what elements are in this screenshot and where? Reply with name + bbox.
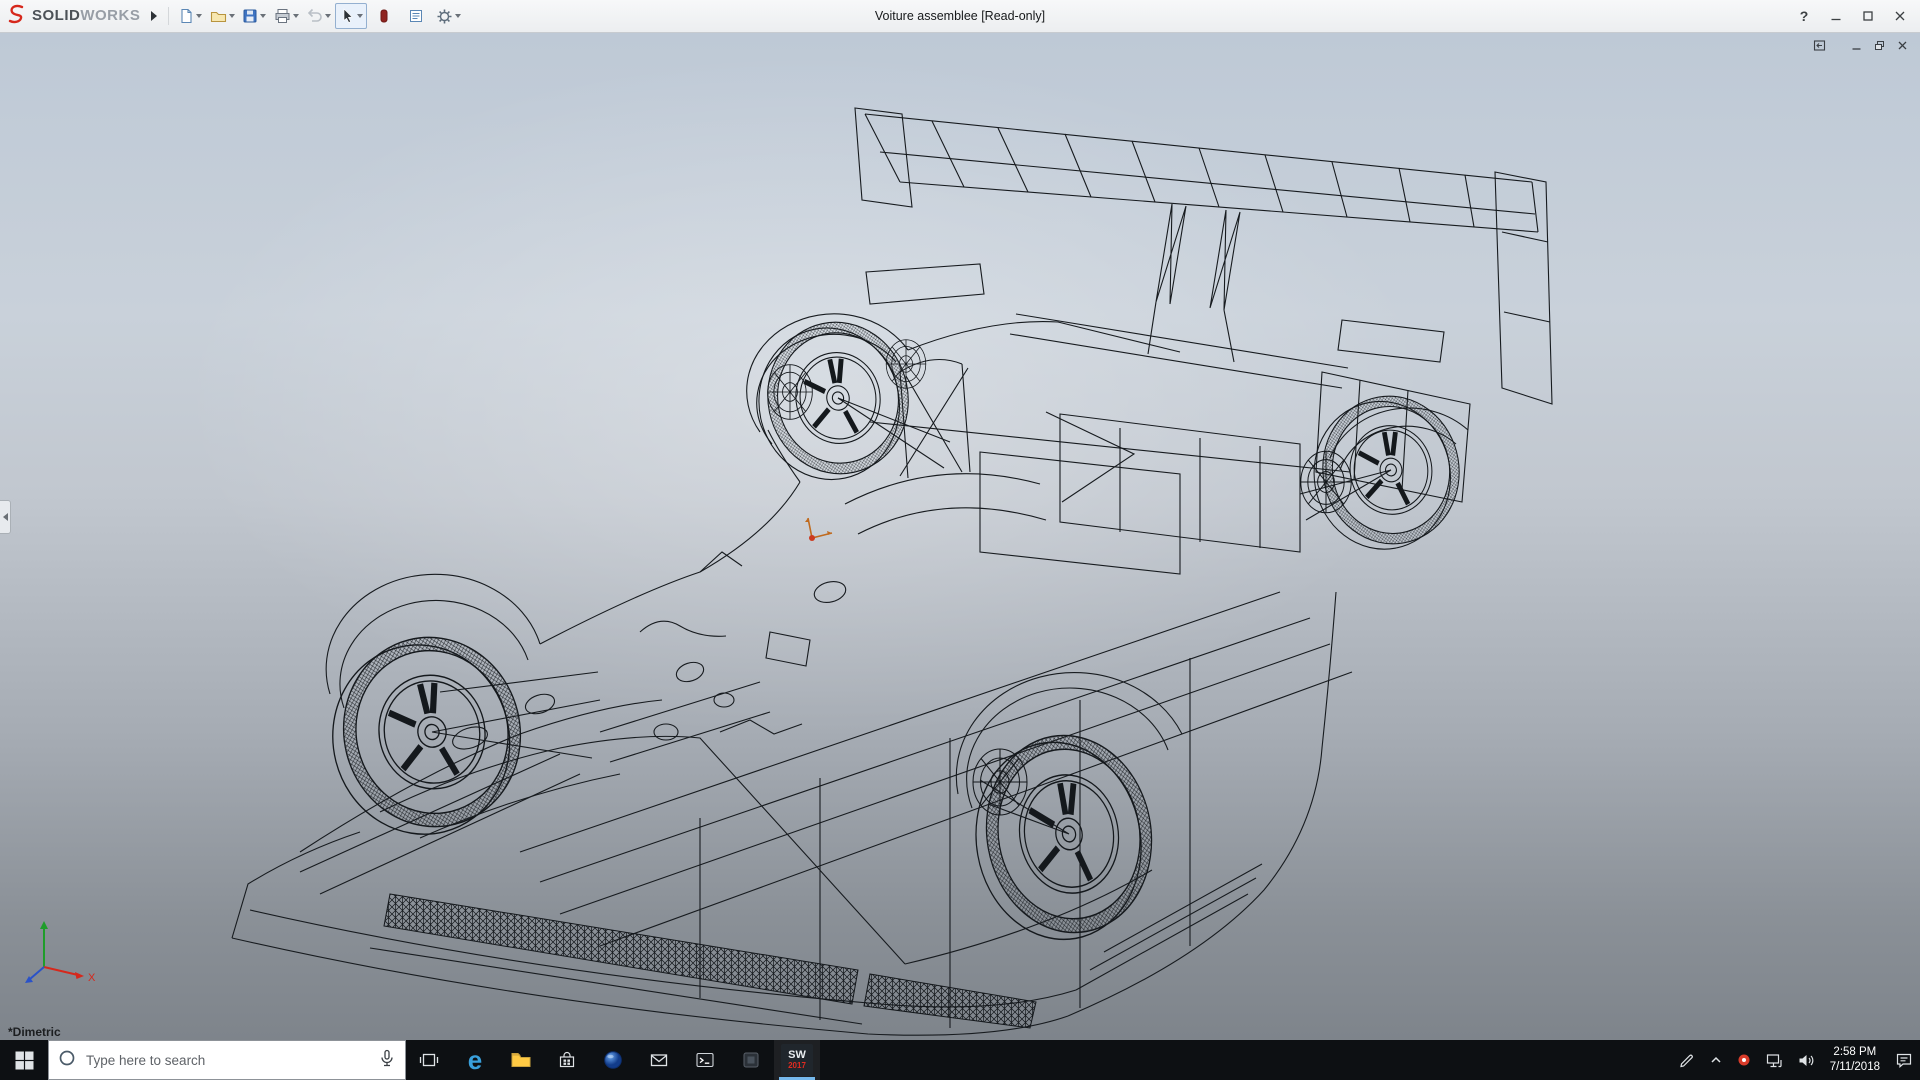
browser-sphere-button[interactable]	[590, 1040, 636, 1080]
brand-text-secondary: WORKS	[80, 7, 140, 24]
command-prompt-button[interactable]	[682, 1040, 728, 1080]
search-input[interactable]	[84, 1052, 370, 1069]
minimize-button[interactable]	[1822, 5, 1850, 27]
search-icon	[58, 1049, 76, 1072]
orientation-triad: X	[20, 915, 100, 994]
mail-button[interactable]	[636, 1040, 682, 1080]
chevron-up-icon	[1709, 1053, 1723, 1067]
network-button[interactable]	[1758, 1040, 1790, 1080]
solidworks-2017-button[interactable]: SW 2017	[774, 1040, 820, 1080]
toolbar-separator	[168, 7, 169, 25]
titlebar: SOLIDWORKS	[0, 0, 1920, 33]
clock-date: 7/11/2018	[1830, 1060, 1880, 1075]
print-button[interactable]	[271, 4, 301, 28]
clock-time: 2:58 PM	[1833, 1045, 1876, 1060]
print-icon	[274, 8, 291, 24]
file-properties-button[interactable]	[401, 4, 431, 28]
action-center-icon	[1895, 1051, 1913, 1069]
volume-button[interactable]	[1790, 1040, 1822, 1080]
task-view-button[interactable]	[406, 1040, 452, 1080]
windows-logo-icon	[15, 1051, 34, 1070]
xpress-products-icon	[378, 8, 390, 24]
save-button[interactable]	[239, 4, 269, 28]
dark-app-icon	[741, 1050, 761, 1070]
triad-x-label: X	[88, 972, 96, 984]
solidworks-window: SOLIDWORKS	[0, 0, 1920, 1080]
store-button[interactable]	[544, 1040, 590, 1080]
solidworks-logo[interactable]: SOLIDWORKS	[6, 3, 140, 30]
restore-window-icon[interactable]	[1869, 36, 1889, 54]
dock-window-icon[interactable]	[1809, 36, 1829, 54]
brake-disc	[973, 749, 1027, 815]
browser-sphere-icon	[603, 1050, 623, 1070]
command-prompt-icon	[695, 1050, 715, 1070]
brake-disc	[768, 365, 813, 420]
feature-panel-collapse-tab[interactable]	[0, 500, 11, 534]
volume-icon	[1797, 1052, 1815, 1069]
microphone-icon[interactable]	[378, 1049, 396, 1072]
pen-workspace-button[interactable]	[1671, 1040, 1702, 1080]
undo-icon	[306, 8, 323, 24]
pen-icon	[1678, 1052, 1695, 1069]
action-center-button[interactable]	[1888, 1040, 1920, 1080]
edge-button[interactable]: e	[452, 1040, 498, 1080]
network-icon	[1765, 1052, 1783, 1069]
taskbar-clock[interactable]: 2:58 PM 7/11/2018	[1822, 1040, 1888, 1080]
open-icon	[210, 8, 227, 24]
maximize-button[interactable]	[1854, 5, 1882, 27]
taskbar-search[interactable]	[48, 1040, 406, 1080]
select-icon	[340, 8, 355, 24]
mail-icon	[649, 1050, 669, 1070]
store-icon	[557, 1050, 577, 1070]
view-orientation-label: *Dimetric	[8, 1025, 61, 1039]
dark-app-button[interactable]	[728, 1040, 774, 1080]
task-view-icon	[419, 1050, 439, 1070]
open-button[interactable]	[207, 4, 237, 28]
system-tray: 2:58 PM 7/11/2018	[1671, 1040, 1920, 1080]
brake-disc	[886, 340, 926, 388]
assembly-origin-marker[interactable]	[805, 518, 832, 541]
document-title: Voiture assemblee [Read-only]	[875, 0, 1045, 32]
options-icon	[436, 8, 453, 25]
start-button[interactable]	[0, 1040, 48, 1080]
wheel-rear-right[interactable]	[1302, 385, 1472, 560]
hidden-icons-button[interactable]	[1702, 1040, 1730, 1080]
undo-button[interactable]	[303, 4, 333, 28]
windows-taskbar: e	[0, 1040, 1920, 1080]
new-document-button[interactable]	[175, 4, 205, 28]
graphics-viewport[interactable]: X *Dimetric	[0, 32, 1920, 1040]
car-wireframe-model[interactable]	[232, 108, 1552, 1035]
document-window-controls	[1809, 36, 1912, 54]
minimize-window-icon[interactable]	[1846, 36, 1866, 54]
file-explorer-button[interactable]	[498, 1040, 544, 1080]
file-properties-icon	[408, 8, 424, 24]
brake-disc	[1301, 451, 1351, 513]
wheel-front-right[interactable]	[960, 722, 1168, 952]
file-explorer-icon	[510, 1050, 532, 1070]
help-button[interactable]: ?	[1790, 5, 1818, 27]
options-button[interactable]	[433, 4, 463, 28]
tray-red-badge-button[interactable]	[1730, 1040, 1758, 1080]
save-icon	[242, 8, 258, 24]
close-window-icon[interactable]	[1892, 36, 1912, 54]
close-button[interactable]	[1886, 5, 1914, 27]
window-controls: ?	[1790, 5, 1914, 27]
select-tool-button[interactable]	[335, 3, 367, 29]
menu-expand-arrow-icon[interactable]	[146, 5, 162, 27]
new-document-icon	[178, 8, 194, 24]
3d-scene-canvas[interactable]	[0, 32, 1920, 1040]
xpress-products-button[interactable]	[369, 4, 399, 28]
solidworks-logo-icon	[6, 3, 28, 30]
solidworks-2017-icon: SW 2017	[781, 1044, 813, 1076]
tray-red-badge-icon	[1737, 1053, 1751, 1067]
edge-icon: e	[468, 1047, 482, 1073]
chevron-left-icon	[3, 513, 8, 521]
brand-text-primary: SOLID	[32, 7, 80, 24]
